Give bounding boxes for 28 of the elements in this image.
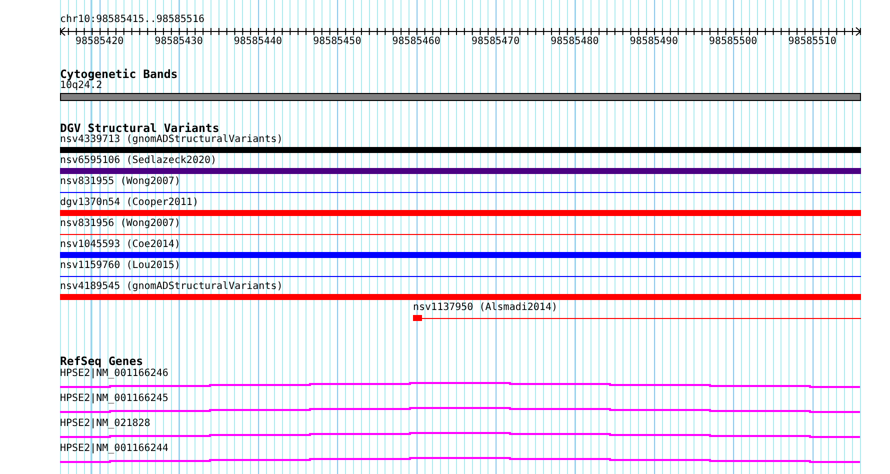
axis-tick-label: 98585470: [470, 36, 521, 48]
axis-tick-label: 98585450: [312, 36, 362, 48]
variant-label: nsv831955 (Wong2007): [60, 176, 182, 188]
axis-tick-label: 98585430: [154, 36, 204, 48]
band-label: 10q24.2: [60, 80, 102, 92]
axis-tick-label: 98585460: [391, 36, 442, 48]
gene-label: HPSE2|NM_021828: [60, 418, 152, 430]
gene-label: HPSE2|NM_001166244: [60, 443, 170, 455]
track-title: DGV Structural Variants: [60, 122, 220, 134]
axis-tick-label: 98585440: [232, 36, 284, 48]
variant-label: nsv1045593 (Coe2014): [60, 239, 182, 251]
axis-tick-label: 98585500: [708, 36, 758, 48]
axis-tick-label: 98585480: [550, 36, 600, 48]
axis-tick-label: 98585510: [787, 36, 838, 48]
variant-label: nsv4339713 (gnomADStructuralVariants): [60, 134, 284, 146]
axis-tick-label: 98585490: [628, 36, 679, 48]
variant-label: nsv831956 (Wong2007): [60, 218, 182, 230]
coordinate-range: chr10:98585415..98585516: [60, 14, 206, 26]
variant-label: nsv1137950 (Alsmadi2014): [413, 302, 558, 314]
variant-label: nsv6595106 (Sedlazeck2020): [60, 155, 218, 167]
gene-label: HPSE2|NM_001166245: [60, 393, 170, 405]
axis-tick-label: 98585420: [74, 36, 125, 48]
gene-label: HPSE2|NM_001166246: [60, 368, 170, 380]
track-title: RefSeq Genes: [60, 355, 144, 367]
variant-label: nsv4189545 (gnomADStructuralVariants): [60, 281, 284, 293]
variant-label: nsv1159760 (Lou2015): [60, 260, 182, 272]
variant-label: dgv1370n54 (Cooper2011): [60, 197, 200, 209]
track-title: Cytogenetic Bands: [60, 68, 179, 80]
